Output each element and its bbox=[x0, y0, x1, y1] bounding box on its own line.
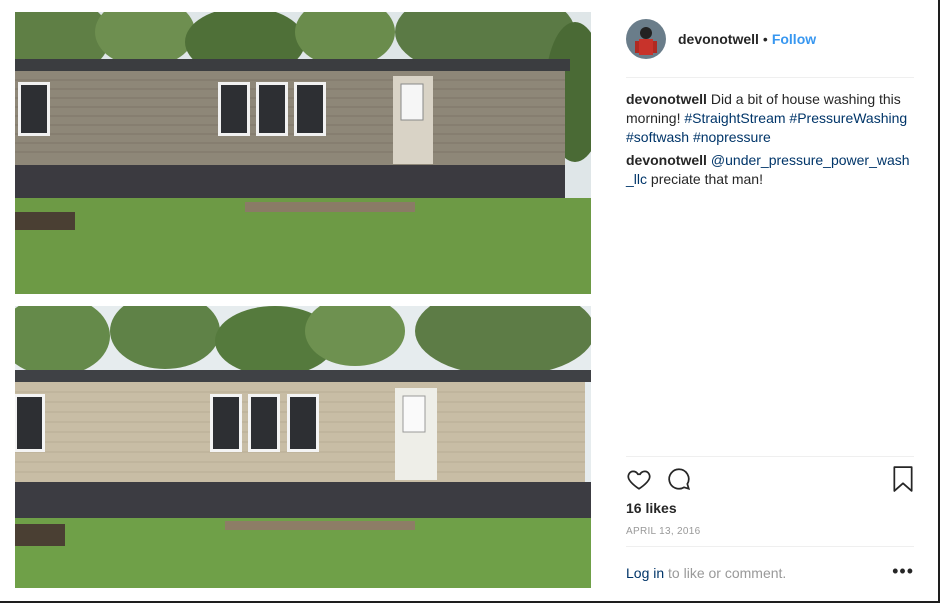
house-photo-clean bbox=[15, 306, 591, 588]
post-header: devonotwell • Follow bbox=[626, 17, 914, 61]
divider bbox=[626, 77, 914, 78]
avatar[interactable] bbox=[626, 19, 666, 59]
bookmark-icon[interactable] bbox=[892, 466, 914, 497]
caption-comment: devonotwell Did a bit of house washing th… bbox=[626, 90, 914, 147]
before-photo bbox=[15, 12, 591, 294]
post-sidebar: devonotwell • Follow devonotwell Did a bi… bbox=[626, 0, 914, 601]
likes-count[interactable]: 16 likes bbox=[626, 500, 677, 516]
login-prompt: Log in to like or comment. bbox=[626, 565, 786, 581]
header-username[interactable]: devonotwell bbox=[678, 31, 759, 47]
follow-button[interactable]: Follow bbox=[772, 31, 816, 47]
hashtag-link[interactable]: #PressureWashing bbox=[789, 110, 907, 126]
hashtag-link[interactable]: #StraightStream bbox=[684, 110, 785, 126]
comment-username[interactable]: devonotwell bbox=[626, 152, 707, 168]
house-photo-dirty bbox=[15, 12, 591, 294]
more-icon[interactable]: ••• bbox=[892, 561, 914, 582]
comment-text: preciate that man! bbox=[650, 171, 763, 187]
after-photo bbox=[15, 306, 591, 588]
divider bbox=[626, 546, 914, 547]
comment-icon[interactable] bbox=[666, 466, 692, 497]
hashtag-link[interactable]: #softwash bbox=[626, 129, 689, 145]
action-bar bbox=[626, 466, 914, 494]
comment-username[interactable]: devonotwell bbox=[626, 91, 707, 107]
user-avatar-icon bbox=[626, 19, 666, 59]
hashtag-link[interactable]: #nopressure bbox=[693, 129, 771, 145]
heart-icon[interactable] bbox=[626, 466, 652, 497]
post-date: APRIL 13, 2016 bbox=[626, 526, 701, 537]
post-media[interactable] bbox=[0, 0, 608, 601]
divider bbox=[626, 456, 914, 457]
separator-dot: • bbox=[762, 31, 768, 47]
login-text: to like or comment. bbox=[668, 565, 787, 581]
reply-comment: devonotwell @under_pressure_power_wash_ll… bbox=[626, 151, 914, 189]
login-link[interactable]: Log in bbox=[626, 565, 664, 581]
instagram-post: devonotwell • Follow devonotwell Did a bi… bbox=[0, 0, 940, 603]
comments-list: devonotwell Did a bit of house washing th… bbox=[626, 90, 914, 193]
